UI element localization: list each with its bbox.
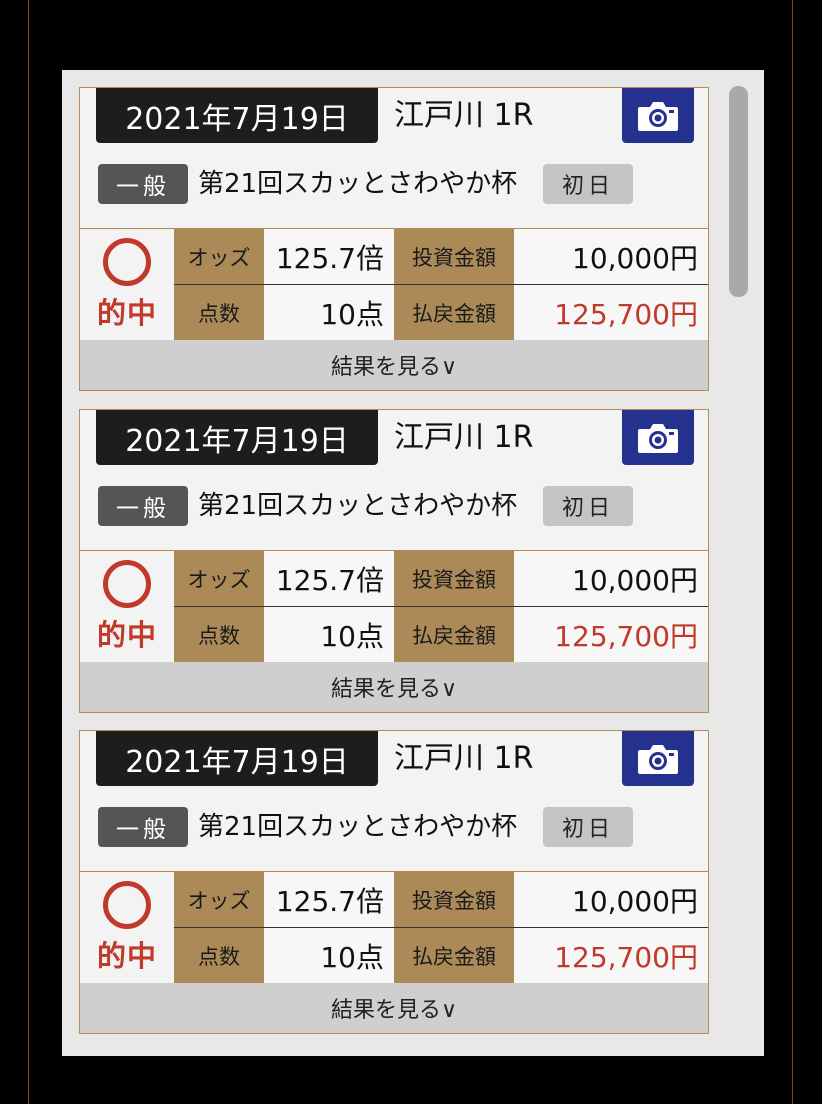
invest-label: 投資金額 [394, 229, 514, 284]
invest-label: 投資金額 [394, 872, 514, 927]
payout-value: 125,700円 [514, 928, 708, 983]
payout-label: 払戻金額 [394, 928, 514, 983]
camera-icon [638, 423, 678, 453]
race-date: 2021年7月19日 [96, 88, 378, 143]
race-result-card: 2021年7月19日 江戸川 1R 一般 第21回スカッとさわやか杯 初日 的中… [79, 409, 709, 713]
payout-value: 125,700円 [514, 285, 708, 340]
invest-label: 投資金額 [394, 551, 514, 606]
odds-value: 125.7倍 [264, 229, 394, 284]
payout-label: 払戻金額 [394, 607, 514, 662]
race-venue: 江戸川 1R [394, 741, 534, 776]
hit-indicator: 的中 [80, 872, 174, 984]
points-label: 点数 [174, 928, 264, 983]
camera-icon [638, 744, 678, 774]
hit-indicator: 的中 [80, 551, 174, 663]
odds-value: 125.7倍 [264, 551, 394, 606]
points-value: 10点 [264, 928, 394, 983]
camera-button[interactable] [622, 88, 694, 143]
invest-value: 10,000円 [514, 872, 708, 927]
camera-icon [638, 101, 678, 131]
hit-circle-icon [103, 560, 151, 608]
race-name: 第21回スカッとさわやか杯 [198, 491, 518, 521]
result-table: 的中 オッズ 125.7倍 投資金額 10,000円 点数 10点 払戻金額 1… [80, 228, 708, 341]
right-edge-line [792, 0, 793, 1104]
race-venue: 江戸川 1R [394, 98, 534, 133]
odds-value: 125.7倍 [264, 872, 394, 927]
result-table: 的中 オッズ 125.7倍 投資金額 10,000円 点数 10点 払戻金額 1… [80, 871, 708, 984]
odds-label: オッズ [174, 229, 264, 284]
show-results-button[interactable]: 結果を見る∨ [80, 983, 708, 1033]
points-label: 点数 [174, 285, 264, 340]
odds-label: オッズ [174, 551, 264, 606]
show-results-button[interactable]: 結果を見る∨ [80, 662, 708, 712]
race-date: 2021年7月19日 [96, 731, 378, 786]
hit-label: 的中 [96, 618, 157, 652]
race-result-card: 2021年7月19日 江戸川 1R 一般 第21回スカッとさわやか杯 初日 的中… [79, 87, 709, 391]
grade-badge: 一般 [98, 486, 188, 526]
day-badge: 初日 [543, 164, 633, 204]
race-result-card: 2021年7月19日 江戸川 1R 一般 第21回スカッとさわやか杯 初日 的中… [79, 730, 709, 1034]
invest-value: 10,000円 [514, 229, 708, 284]
result-table: 的中 オッズ 125.7倍 投資金額 10,000円 点数 10点 払戻金額 1… [80, 550, 708, 663]
hit-label: 的中 [96, 939, 157, 973]
hit-label: 的中 [96, 296, 157, 330]
day-badge: 初日 [543, 486, 633, 526]
camera-button[interactable] [622, 731, 694, 786]
show-results-button[interactable]: 結果を見る∨ [80, 340, 708, 390]
race-venue: 江戸川 1R [394, 420, 534, 455]
points-value: 10点 [264, 607, 394, 662]
grade-badge: 一般 [98, 807, 188, 847]
race-name: 第21回スカッとさわやか杯 [198, 812, 518, 842]
invest-value: 10,000円 [514, 551, 708, 606]
race-date: 2021年7月19日 [96, 410, 378, 465]
payout-label: 払戻金額 [394, 285, 514, 340]
points-value: 10点 [264, 285, 394, 340]
camera-button[interactable] [622, 410, 694, 465]
scrollbar-thumb[interactable] [729, 86, 748, 297]
grade-badge: 一般 [98, 164, 188, 204]
odds-label: オッズ [174, 872, 264, 927]
points-label: 点数 [174, 607, 264, 662]
day-badge: 初日 [543, 807, 633, 847]
hit-indicator: 的中 [80, 229, 174, 341]
hit-circle-icon [103, 238, 151, 286]
race-name: 第21回スカッとさわやか杯 [198, 169, 518, 199]
payout-value: 125,700円 [514, 607, 708, 662]
left-edge-line [28, 0, 29, 1104]
hit-circle-icon [103, 881, 151, 929]
